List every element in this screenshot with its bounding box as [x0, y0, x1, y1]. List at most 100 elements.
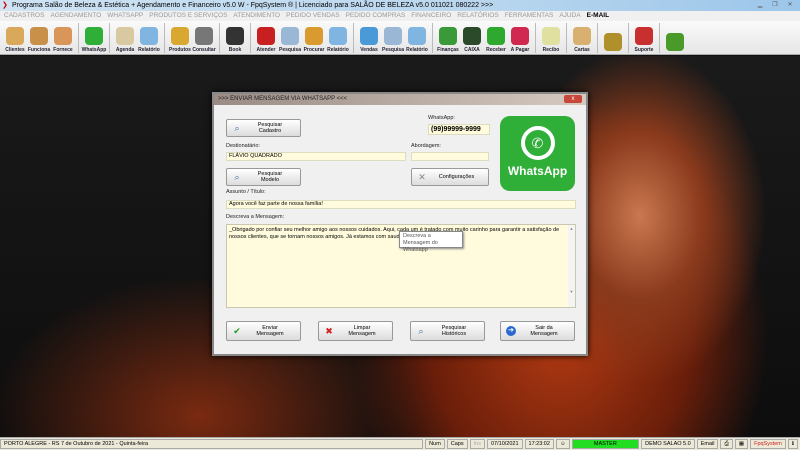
toolbar-button-caixa[interactable]: CAIXA [460, 21, 484, 55]
approach-field[interactable] [411, 152, 489, 161]
relat-rio-icon [329, 27, 347, 45]
settings-button[interactable]: ✕ Configurações [411, 168, 489, 186]
status-location-date: PORTO ALEGRE - RS 7 de Outubro de 2021 -… [0, 439, 424, 449]
phone-icon: ✆ [520, 126, 555, 160]
menu-ferramentas[interactable]: FERRAMENTAS [505, 11, 554, 21]
receber-icon [487, 27, 505, 45]
whatsapp-icon [85, 27, 103, 45]
toolbar-label: A Pagar [510, 47, 530, 53]
toolbar-button-fornece[interactable]: Fornece [51, 21, 75, 55]
approach-label: Abordagem: [411, 143, 441, 149]
toolbar-button-clientes[interactable]: Clientes [3, 21, 27, 55]
book-icon [226, 27, 244, 45]
toolbar-button-suporte[interactable]: Suporte [632, 21, 656, 55]
toolbar-label: Book [228, 47, 242, 53]
menu-pedido-vendas[interactable]: PEDIDO VENDAS [286, 11, 339, 21]
maximize-button[interactable]: ❐ [769, 1, 781, 9]
menu-ajuda[interactable]: AJUDA [559, 11, 580, 21]
toolbar-button-atender[interactable]: Atender [254, 21, 278, 55]
fornece-icon [54, 27, 72, 45]
search-history-button[interactable]: ⌕ Pesquisar Históricos [410, 321, 485, 341]
toolbar-button-pesquisa[interactable]: Pesquisa [381, 21, 405, 55]
toolbar-separator [353, 23, 354, 53]
item-icon [666, 33, 684, 51]
whatsapp-number-field[interactable]: (99)99999-9999 [428, 124, 490, 135]
toolbar-separator [432, 23, 433, 53]
toolbar-button-vendas[interactable]: Vendas [357, 21, 381, 55]
toolbar-button-relat-rio[interactable]: Relatório [326, 21, 350, 55]
toolbar-button-procurar[interactable]: Procurar [302, 21, 326, 55]
toolbar-label: Cartas [574, 47, 590, 53]
toolbar-button-a-pagar[interactable]: A Pagar [508, 21, 532, 55]
toolbar-button-relat-rio[interactable]: Relatório [405, 21, 429, 55]
pesquisa-icon [281, 27, 299, 45]
toolbar-button-produtos[interactable]: Produtos [168, 21, 192, 55]
window-title: Programa Salão de Beleza & Estética + Ag… [12, 2, 494, 9]
toolbar-button-relat-rio[interactable]: Relatório [137, 21, 161, 55]
menu-pedido-compras[interactable]: PEDIDO COMPRAS [346, 11, 406, 21]
app-icon: ❯ [2, 2, 8, 9]
toolbar-button-consultar[interactable]: Consultar [192, 21, 216, 55]
calculator-icon[interactable]: ▦ [734, 439, 749, 449]
toolbar-separator [109, 23, 110, 53]
toolbar-label: Fornece [53, 47, 73, 53]
consultar-icon [195, 27, 213, 45]
dialog-close-button[interactable]: x [564, 95, 582, 103]
toolbar-button-agenda[interactable]: Agenda [113, 21, 137, 55]
status-brand: FpqSystem [750, 439, 786, 449]
toolbar-button-finan-as[interactable]: Finanças [436, 21, 460, 55]
close-window-button[interactable]: ✕ [784, 1, 796, 9]
exit-message-button[interactable]: ➜ Sair da Mensagem [500, 321, 575, 341]
clear-message-button[interactable]: ✖ Limpar Mensagem [318, 321, 393, 341]
menu-cadastros[interactable]: CADASTROS [4, 11, 44, 21]
menu-bar: CADASTROS AGENDAMENTO WHATSAPP PRODUTOS E S… [0, 11, 800, 21]
toolbar-button-funciona[interactable]: Funciona [27, 21, 51, 55]
toolbar-separator [164, 23, 165, 53]
toolbar-button-cartas[interactable]: Cartas [570, 21, 594, 55]
toolbar-button-whatsapp[interactable]: WhatsApp [82, 21, 106, 55]
toolbar-button-recibo[interactable]: Recibo [539, 21, 563, 55]
toolbar-separator [250, 23, 251, 53]
search-template-button[interactable]: ⌕ Pesquisar Modelo [226, 168, 301, 186]
toolbar-label: Atender [256, 47, 276, 53]
message-scrollbar[interactable]: ▲ ▼ [568, 225, 575, 307]
subject-field[interactable]: Agora você faz parte de nossa família! [226, 200, 576, 209]
toolbar-separator [659, 23, 660, 53]
minimize-button[interactable]: ▁ [754, 1, 766, 9]
relat-rio-icon [408, 27, 426, 45]
menu-financeiro[interactable]: FINANCEIRO [411, 11, 451, 21]
toolbar-label: Finanças [437, 47, 459, 53]
toolbar-separator [78, 23, 79, 53]
atender-icon [257, 27, 275, 45]
recibo-icon [542, 27, 560, 45]
toolbar-button-item[interactable] [663, 21, 687, 55]
magnifier-icon: ⌕ [418, 326, 424, 336]
printer-icon[interactable]: ⎙ [720, 439, 733, 449]
toolbar: Clientes Funciona Fornece WhatsApp Agenda Rel… [0, 21, 800, 55]
status-version: DEMO SALAO 5.0 [641, 439, 695, 449]
toolbar-label: Clientes [5, 47, 25, 53]
status-time: 17:23:02 [524, 439, 554, 449]
toolbar-button-item[interactable] [601, 21, 625, 55]
user-icon: ☺ [555, 439, 570, 449]
delete-document-icon: ✖ [325, 326, 333, 336]
toolbar-button-book[interactable]: Book [223, 21, 247, 55]
exit-arrow-icon: ➜ [506, 326, 516, 336]
toolbar-label: Suporte [634, 47, 654, 53]
menu-whatsapp[interactable]: WHATSAPP [107, 11, 143, 21]
toolbar-label: Receber [486, 47, 506, 53]
search-register-button[interactable]: ⌕ Pesquisar Cadastro [226, 119, 301, 137]
menu-agendamento[interactable]: AGENDAMENTO [50, 11, 101, 21]
recipient-field[interactable]: FLÁVIO QUADRADO [226, 152, 406, 161]
vendas-icon [360, 27, 378, 45]
toolbar-button-pesquisa[interactable]: Pesquisa [278, 21, 302, 55]
menu-atendimento[interactable]: ATENDIMENTO [233, 11, 280, 21]
menu-email[interactable]: E-MAIL [587, 11, 609, 21]
subject-label: Assunto / Título: [226, 189, 266, 195]
status-email[interactable]: Email [696, 439, 719, 449]
status-user: MASTER [571, 439, 640, 449]
menu-produtos-e-servi-os[interactable]: PRODUTOS E SERVIÇOS [149, 11, 227, 21]
send-message-button[interactable]: ✔ Enviar Mensagem [226, 321, 301, 341]
menu-relat-rios[interactable]: RELATÓRIOS [457, 11, 498, 21]
toolbar-button-receber[interactable]: Receber [484, 21, 508, 55]
